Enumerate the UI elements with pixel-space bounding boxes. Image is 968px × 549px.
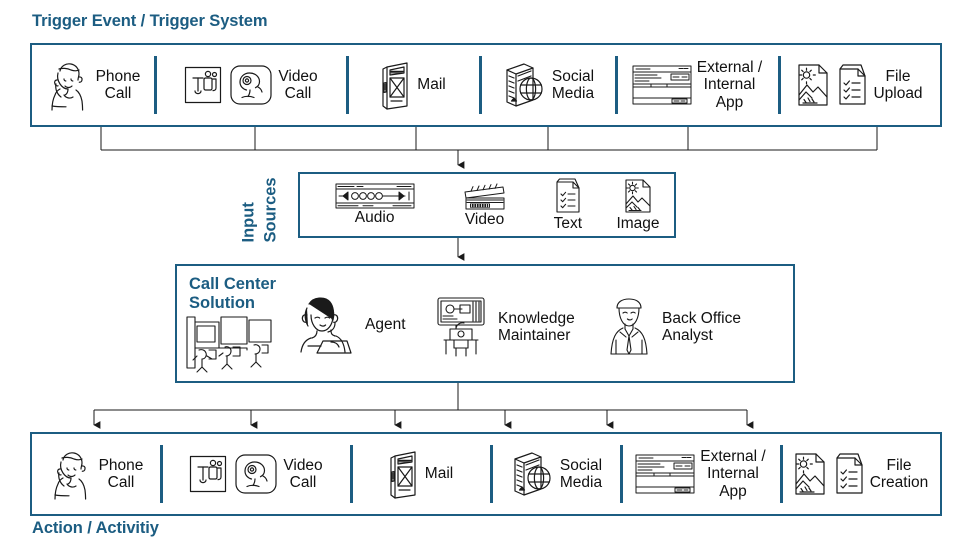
clapperboard-icon: [462, 181, 508, 211]
trigger-label-phone-call: Phone Call: [95, 67, 141, 102]
action-label-file-creation: File Creation: [869, 456, 929, 491]
input-source-label-audio: Audio: [354, 209, 395, 227]
call-center-desks-icon: [185, 314, 277, 376]
mailbox-icon: [379, 59, 413, 111]
app-window-icon: [634, 451, 696, 497]
input-source-text[interactable]: Text: [534, 177, 602, 232]
call-center-solution-panel: Call Center Solution Agent Knowledge Mai…: [175, 264, 795, 383]
trigger-label-mail: Mail: [417, 76, 446, 94]
solution-role-label-agent: Agent: [365, 316, 406, 334]
input-sources-line-2: Sources: [261, 176, 280, 242]
trigger-cell-phone-call[interactable]: Phone Call: [32, 45, 154, 125]
audio-waveform-icon: [335, 183, 415, 209]
trigger-label-external-internal-app: External / Internal App: [696, 58, 763, 111]
action-label-mail: Mail: [424, 465, 454, 483]
solution-role-agent[interactable]: Agent: [287, 294, 406, 356]
trigger-label-file-upload: File Upload: [873, 67, 923, 102]
office-analyst-icon: [602, 296, 656, 358]
checklist-document-icon: [553, 177, 583, 215]
teams-app-icon: [187, 453, 229, 495]
trigger-label-video-call: Video Call: [278, 67, 318, 102]
trigger-cell-mail[interactable]: Mail: [346, 45, 479, 125]
action-label-external-internal-app: External / Internal App: [700, 447, 766, 500]
trigger-cell-file-upload[interactable]: File Upload: [778, 45, 940, 125]
action-cell-external-internal-app[interactable]: External / Internal App: [620, 434, 780, 514]
headset-person-icon: [46, 59, 92, 111]
action-cell-file-creation[interactable]: File Creation: [780, 434, 940, 514]
trigger-label-social-media: Social Media: [551, 67, 595, 102]
action-cell-phone-call[interactable]: Phone Call: [32, 434, 160, 514]
action-activity-panel: Phone Call Video Call Mail Social Media …: [30, 432, 942, 516]
action-label-social-media: Social Media: [559, 456, 603, 491]
input-sources-line-1: Input: [239, 201, 258, 242]
action-cell-video-call[interactable]: Video Call: [160, 434, 350, 514]
checklist-document-icon: [832, 451, 866, 497]
webcam-icon: [228, 63, 274, 107]
trigger-cell-social-media[interactable]: Social Media: [479, 45, 615, 125]
webcam-icon: [233, 452, 279, 496]
trigger-event-panel: Phone Call Video Call Mail Social Media …: [30, 43, 942, 127]
call-center-solution-title: Call Center Solution: [189, 275, 277, 312]
teams-app-icon: [182, 64, 224, 106]
server-globe-icon: [500, 60, 548, 110]
server-globe-icon: [508, 449, 556, 499]
trigger-cell-external-internal-app[interactable]: External / Internal App: [615, 45, 778, 125]
agent-headset-icon: [287, 294, 359, 356]
solution-role-label-knowledge-maintainer: Knowledge Maintainer: [498, 309, 575, 344]
action-cell-mail[interactable]: Mail: [350, 434, 490, 514]
input-source-image[interactable]: Image: [602, 177, 674, 232]
jpg-image-file-icon: [623, 177, 653, 215]
action-label-phone-call: Phone Call: [98, 456, 144, 491]
trigger-event-caption: Trigger Event / Trigger System: [32, 12, 268, 30]
solution-role-knowledge-maintainer[interactable]: Knowledge Maintainer: [432, 296, 575, 358]
solution-role-label-back-office-analyst: Back Office Analyst: [662, 309, 741, 344]
mailbox-icon: [387, 448, 421, 500]
input-source-video[interactable]: Video: [435, 181, 534, 228]
solution-role-back-office-analyst[interactable]: Back Office Analyst: [602, 296, 741, 358]
input-source-label-text: Text: [553, 215, 583, 233]
knowledge-worker-monitor-icon: [432, 296, 492, 358]
input-source-label-video: Video: [464, 211, 505, 229]
input-source-audio[interactable]: Audio: [314, 183, 435, 226]
jpg-image-file-icon: [795, 62, 831, 108]
diagram-canvas: Trigger Event / Trigger System Phone Cal…: [0, 0, 968, 549]
headset-person-icon: [49, 448, 95, 500]
app-window-icon: [631, 62, 693, 108]
trigger-cell-video-call[interactable]: Video Call: [154, 45, 346, 125]
action-cell-social-media[interactable]: Social Media: [490, 434, 620, 514]
jpg-image-file-icon: [792, 451, 828, 497]
action-label-video-call: Video Call: [283, 456, 323, 491]
input-source-label-image: Image: [616, 215, 660, 233]
checklist-document-icon: [835, 62, 869, 108]
action-activity-caption: Action / Activitiy: [32, 519, 159, 537]
input-sources-panel: Audio Video Text Image: [298, 172, 676, 238]
